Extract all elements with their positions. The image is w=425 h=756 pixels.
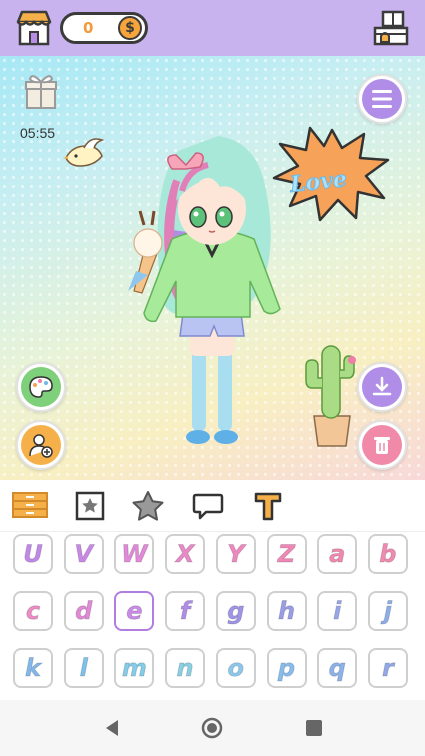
- drawer-icon: [12, 492, 48, 518]
- trash-icon: [362, 425, 402, 465]
- star-frame-icon: [75, 491, 105, 521]
- letter-tile[interactable]: l: [63, 648, 104, 688]
- letter-glyph: o: [227, 654, 245, 683]
- delete-button[interactable]: [357, 420, 407, 470]
- letter-glyph: V: [74, 540, 94, 569]
- wardrobe-icon[interactable]: [371, 8, 411, 48]
- letter-glyph: a: [329, 540, 346, 569]
- menu-button[interactable]: [357, 74, 407, 124]
- coin-count: 0: [83, 19, 94, 37]
- text-tab[interactable]: [248, 488, 288, 524]
- letter-tile[interactable]: W: [114, 534, 155, 574]
- letter-glyph: b: [379, 540, 397, 569]
- letter-tile[interactable]: X: [165, 534, 206, 574]
- letter-tile[interactable]: Z: [266, 534, 307, 574]
- gift-icon[interactable]: [24, 72, 58, 110]
- speech-bubble-tab[interactable]: [188, 488, 228, 524]
- letter-tile[interactable]: k: [13, 648, 53, 688]
- cactus-sticker[interactable]: [300, 338, 360, 448]
- palette-icon: [21, 367, 61, 407]
- letter-tile[interactable]: c: [13, 591, 53, 631]
- letter-tile[interactable]: p: [266, 648, 307, 688]
- letter-tile[interactable]: h: [266, 591, 307, 631]
- furniture-tab[interactable]: [10, 488, 50, 524]
- letter-glyph: U: [23, 540, 43, 569]
- letter-tile[interactable]: e: [114, 591, 155, 631]
- coin-icon: $: [118, 16, 142, 40]
- letter-tile[interactable]: o: [215, 648, 256, 688]
- letter-glyph: p: [277, 654, 296, 683]
- recents-icon[interactable]: [302, 716, 326, 740]
- letter-glyph: q: [328, 654, 346, 683]
- letter-tile[interactable]: m: [114, 648, 155, 688]
- letter-tile[interactable]: V: [63, 534, 104, 574]
- letter-tile[interactable]: U: [13, 534, 53, 574]
- bird-sticker[interactable]: [60, 136, 110, 172]
- letter-tile[interactable]: q: [317, 648, 358, 688]
- letter-glyph: d: [75, 597, 93, 626]
- palette-button[interactable]: [16, 362, 66, 412]
- letter-glyph: W: [121, 540, 149, 569]
- letter-glyph: l: [79, 654, 88, 683]
- letter-tile[interactable]: r: [367, 648, 408, 688]
- letter-glyph: k: [25, 654, 42, 683]
- star-tab[interactable]: [128, 488, 168, 524]
- letter-glyph: r: [381, 654, 394, 683]
- letter-tile[interactable]: g: [215, 591, 256, 631]
- download-button[interactable]: [357, 362, 407, 412]
- letter-tile[interactable]: a: [317, 534, 358, 574]
- letter-sticker-grid: U VWX Y Za b c d e f g h i j k l mn o p q r: [0, 532, 425, 700]
- letter-tile[interactable]: n: [165, 648, 206, 688]
- letter-glyph: c: [25, 597, 41, 626]
- character-doll[interactable]: [120, 111, 300, 456]
- text-icon: [254, 492, 282, 521]
- star-icon: [132, 491, 164, 521]
- letter-tile[interactable]: f: [165, 591, 206, 631]
- add-user-icon: [21, 425, 61, 465]
- download-icon: [362, 367, 402, 407]
- letter-tile[interactable]: d: [63, 591, 104, 631]
- letter-glyph: m: [121, 654, 147, 683]
- letter-glyph: f: [179, 597, 191, 626]
- speech-bubble-icon: [192, 493, 224, 520]
- coin-balance[interactable]: 0 $: [60, 12, 148, 44]
- letter-tile[interactable]: i: [317, 591, 358, 631]
- letter-tile[interactable]: Y: [215, 534, 256, 574]
- add-character-button[interactable]: [16, 420, 66, 470]
- letter-glyph: j: [383, 597, 392, 626]
- dress-up-scene: 05:55 Love: [0, 56, 425, 480]
- letter-glyph: X: [175, 540, 195, 569]
- letter-tile[interactable]: b: [367, 534, 408, 574]
- top-bar: 0 $: [0, 0, 425, 56]
- letter-tile[interactable]: j: [367, 591, 408, 631]
- letter-glyph: Z: [277, 540, 296, 569]
- letter-glyph: h: [277, 597, 296, 626]
- letter-glyph: g: [227, 597, 245, 626]
- timer-text: 05:55: [20, 125, 56, 141]
- letter-glyph: e: [126, 597, 143, 626]
- letter-glyph: Y: [227, 540, 245, 569]
- category-tabs: [0, 480, 425, 532]
- letter-glyph: i: [333, 597, 342, 626]
- shop-icon[interactable]: [14, 8, 54, 48]
- back-icon[interactable]: [100, 716, 124, 740]
- system-nav-bar: [0, 700, 425, 756]
- home-icon[interactable]: [200, 716, 224, 740]
- letter-glyph: n: [176, 654, 194, 683]
- star-frame-tab[interactable]: [70, 488, 110, 524]
- menu-icon: [362, 79, 402, 119]
